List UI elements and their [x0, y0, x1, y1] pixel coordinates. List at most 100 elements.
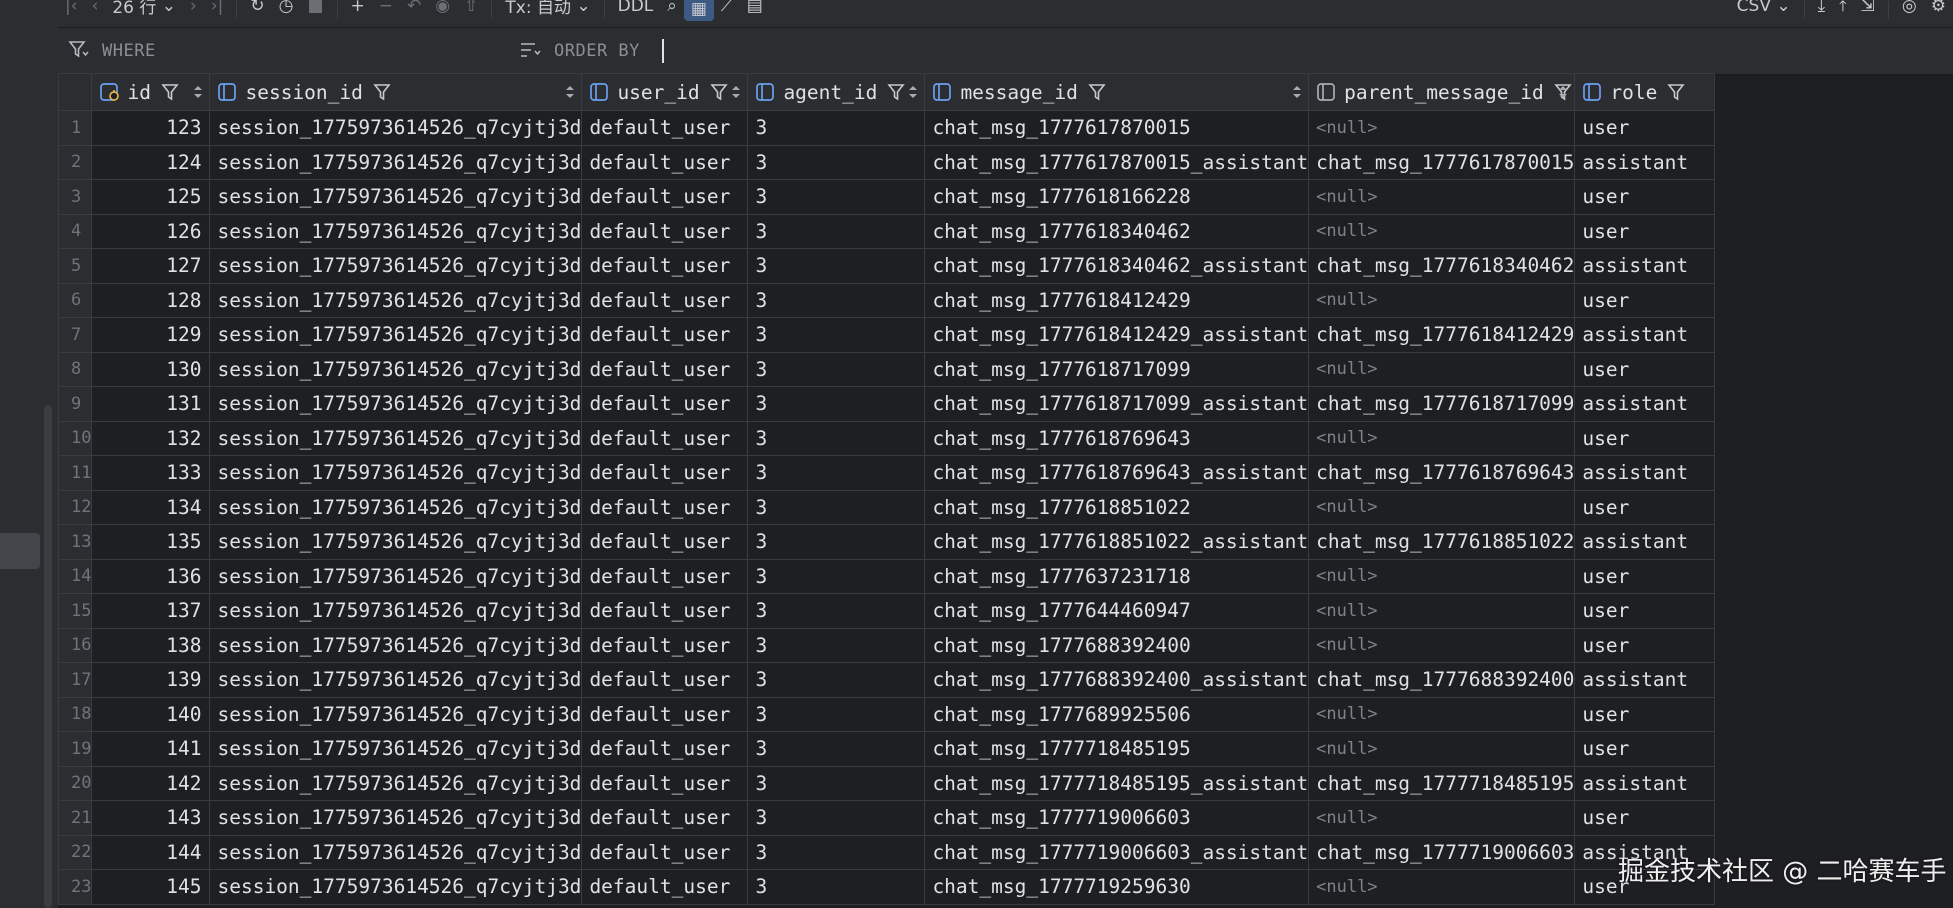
cell-parent-message-id[interactable]: <null>: [1308, 869, 1576, 905]
cell-user-id[interactable]: default_user: [581, 282, 749, 318]
cell-session-id[interactable]: session_1775973614526_q7cyjtj3d: [209, 110, 583, 146]
first-page-icon[interactable]: |‹: [58, 0, 85, 19]
cell-parent-message-id[interactable]: <null>: [1308, 593, 1576, 629]
sidebar-scrollbar[interactable]: [44, 405, 52, 908]
last-page-icon[interactable]: ›|: [204, 0, 231, 19]
search-icon[interactable]: ⌕: [660, 0, 684, 19]
cell-agent-id[interactable]: 3: [747, 731, 926, 767]
cell-id[interactable]: 125: [91, 179, 211, 215]
cell-role[interactable]: user: [1574, 593, 1716, 629]
cell-agent-id[interactable]: 3: [747, 558, 926, 594]
cell-session-id[interactable]: session_1775973614526_q7cyjtj3d: [209, 179, 583, 215]
where-input[interactable]: WHERE: [102, 41, 156, 61]
cell-message-id[interactable]: chat_msg_1777718485195: [924, 731, 1310, 767]
cell-user-id[interactable]: default_user: [581, 524, 749, 560]
cell-id[interactable]: 133: [91, 455, 211, 491]
cell-role[interactable]: user: [1574, 731, 1716, 767]
cell-message-id[interactable]: chat_msg_1777618851022: [924, 489, 1310, 525]
cell-role[interactable]: user: [1574, 800, 1716, 836]
table-row[interactable]: 18 140 session_1775973614526_q7cyjtj3d defa…: [57, 696, 1716, 732]
cell-id[interactable]: 136: [91, 558, 211, 594]
cell-agent-id[interactable]: 3: [747, 524, 926, 560]
column-header-role[interactable]: role: [1574, 73, 1716, 111]
cell-agent-id[interactable]: 3: [747, 696, 926, 732]
table-row[interactable]: 17 139 session_1775973614526_q7cyjtj3d defa…: [57, 662, 1716, 698]
cell-session-id[interactable]: session_1775973614526_q7cyjtj3d: [209, 696, 583, 732]
cell-message-id[interactable]: chat_msg_1777689925506: [924, 696, 1310, 732]
cell-parent-message-id[interactable]: chat_msg_1777718485195: [1308, 765, 1576, 801]
cell-id[interactable]: 143: [91, 800, 211, 836]
column-sort-icon[interactable]: [565, 82, 575, 102]
download-icon[interactable]: ⤓: [1811, 0, 1833, 19]
cell-session-id[interactable]: session_1775973614526_q7cyjtj3d: [209, 213, 583, 249]
cell-parent-message-id[interactable]: <null>: [1308, 558, 1576, 594]
cell-message-id[interactable]: chat_msg_1777688392400_assistant: [924, 662, 1310, 698]
cell-agent-id[interactable]: 3: [747, 317, 926, 353]
cell-user-id[interactable]: default_user: [581, 696, 749, 732]
record-view-icon[interactable]: ▤: [740, 0, 770, 19]
cell-id[interactable]: 131: [91, 386, 211, 422]
cell-session-id[interactable]: session_1775973614526_q7cyjtj3d: [209, 420, 583, 456]
cell-user-id[interactable]: default_user: [581, 765, 749, 801]
column-filter-icon[interactable]: [373, 82, 391, 102]
cell-session-id[interactable]: session_1775973614526_q7cyjtj3d: [209, 317, 583, 353]
ddl-button[interactable]: DDL: [611, 0, 661, 19]
cell-message-id[interactable]: chat_msg_1777618166228: [924, 179, 1310, 215]
order-by-input[interactable]: ORDER BY: [554, 41, 640, 61]
table-row[interactable]: 6 128 session_1775973614526_q7cyjtj3d defau…: [57, 282, 1716, 318]
cell-user-id[interactable]: default_user: [581, 110, 749, 146]
cell-user-id[interactable]: default_user: [581, 213, 749, 249]
cell-agent-id[interactable]: 3: [747, 213, 926, 249]
table-view-toggle-icon[interactable]: ▦: [683, 0, 714, 21]
table-row[interactable]: 2 124 session_1775973614526_q7cyjtj3d defau…: [57, 144, 1716, 180]
cell-message-id[interactable]: chat_msg_1777618769643: [924, 420, 1310, 456]
cell-user-id[interactable]: default_user: [581, 420, 749, 456]
cell-id[interactable]: 140: [91, 696, 211, 732]
column-filter-icon[interactable]: [709, 82, 728, 102]
cell-role[interactable]: assistant: [1574, 455, 1716, 491]
cell-message-id[interactable]: chat_msg_1777617870015: [924, 110, 1310, 146]
cell-session-id[interactable]: session_1775973614526_q7cyjtj3d: [209, 455, 583, 491]
cell-message-id[interactable]: chat_msg_1777618717099_assistant: [924, 386, 1310, 422]
cell-session-id[interactable]: session_1775973614526_q7cyjtj3d: [209, 731, 583, 767]
cell-user-id[interactable]: default_user: [581, 558, 749, 594]
cell-user-id[interactable]: default_user: [581, 248, 749, 284]
table-row[interactable]: 8 130 session_1775973614526_q7cyjtj3d defau…: [57, 351, 1716, 387]
row-count-dropdown[interactable]: 26 行 ⌄: [105, 0, 183, 19]
cell-session-id[interactable]: session_1775973614526_q7cyjtj3d: [209, 834, 583, 870]
table-row[interactable]: 23 145 session_1775973614526_q7cyjtj3d defa…: [57, 869, 1716, 905]
cell-agent-id[interactable]: 3: [747, 662, 926, 698]
cell-agent-id[interactable]: 3: [747, 179, 926, 215]
cell-parent-message-id[interactable]: <null>: [1308, 489, 1576, 525]
cell-session-id[interactable]: session_1775973614526_q7cyjtj3d: [209, 800, 583, 836]
cell-parent-message-id[interactable]: <null>: [1308, 110, 1576, 146]
cell-user-id[interactable]: default_user: [581, 179, 749, 215]
cell-session-id[interactable]: session_1775973614526_q7cyjtj3d: [209, 144, 583, 180]
cell-id[interactable]: 129: [91, 317, 211, 353]
table-row[interactable]: 20 142 session_1775973614526_q7cyjtj3d defa…: [57, 765, 1716, 801]
cell-user-id[interactable]: default_user: [581, 351, 749, 387]
cell-message-id[interactable]: chat_msg_1777718485195_assistant: [924, 765, 1310, 801]
cell-session-id[interactable]: session_1775973614526_q7cyjtj3d: [209, 386, 583, 422]
cell-session-id[interactable]: session_1775973614526_q7cyjtj3d: [209, 627, 583, 663]
cell-role[interactable]: assistant: [1574, 386, 1716, 422]
cell-agent-id[interactable]: 3: [747, 420, 926, 456]
cell-user-id[interactable]: default_user: [581, 317, 749, 353]
cell-role[interactable]: user: [1574, 351, 1716, 387]
cell-message-id[interactable]: chat_msg_1777617870015_assistant: [924, 144, 1310, 180]
cell-message-id[interactable]: chat_msg_1777618412429: [924, 282, 1310, 318]
column-header-parent-message-id[interactable]: parent_message_id: [1308, 73, 1576, 111]
preview-changes-icon[interactable]: ◉: [428, 0, 457, 19]
cell-id[interactable]: 137: [91, 593, 211, 629]
table-row[interactable]: 12 134 session_1775973614526_q7cyjtj3d defa…: [57, 489, 1716, 525]
cell-agent-id[interactable]: 3: [747, 834, 926, 870]
cell-parent-message-id[interactable]: chat_msg_1777618851022: [1308, 524, 1576, 560]
cell-user-id[interactable]: default_user: [581, 834, 749, 870]
cell-session-id[interactable]: session_1775973614526_q7cyjtj3d: [209, 869, 583, 905]
cell-session-id[interactable]: session_1775973614526_q7cyjtj3d: [209, 489, 583, 525]
history-icon[interactable]: ◷: [272, 0, 301, 19]
cell-session-id[interactable]: session_1775973614526_q7cyjtj3d: [209, 248, 583, 284]
cell-id[interactable]: 126: [91, 213, 211, 249]
cell-parent-message-id[interactable]: chat_msg_1777618412429: [1308, 317, 1576, 353]
cell-message-id[interactable]: chat_msg_1777618851022_assistant: [924, 524, 1310, 560]
